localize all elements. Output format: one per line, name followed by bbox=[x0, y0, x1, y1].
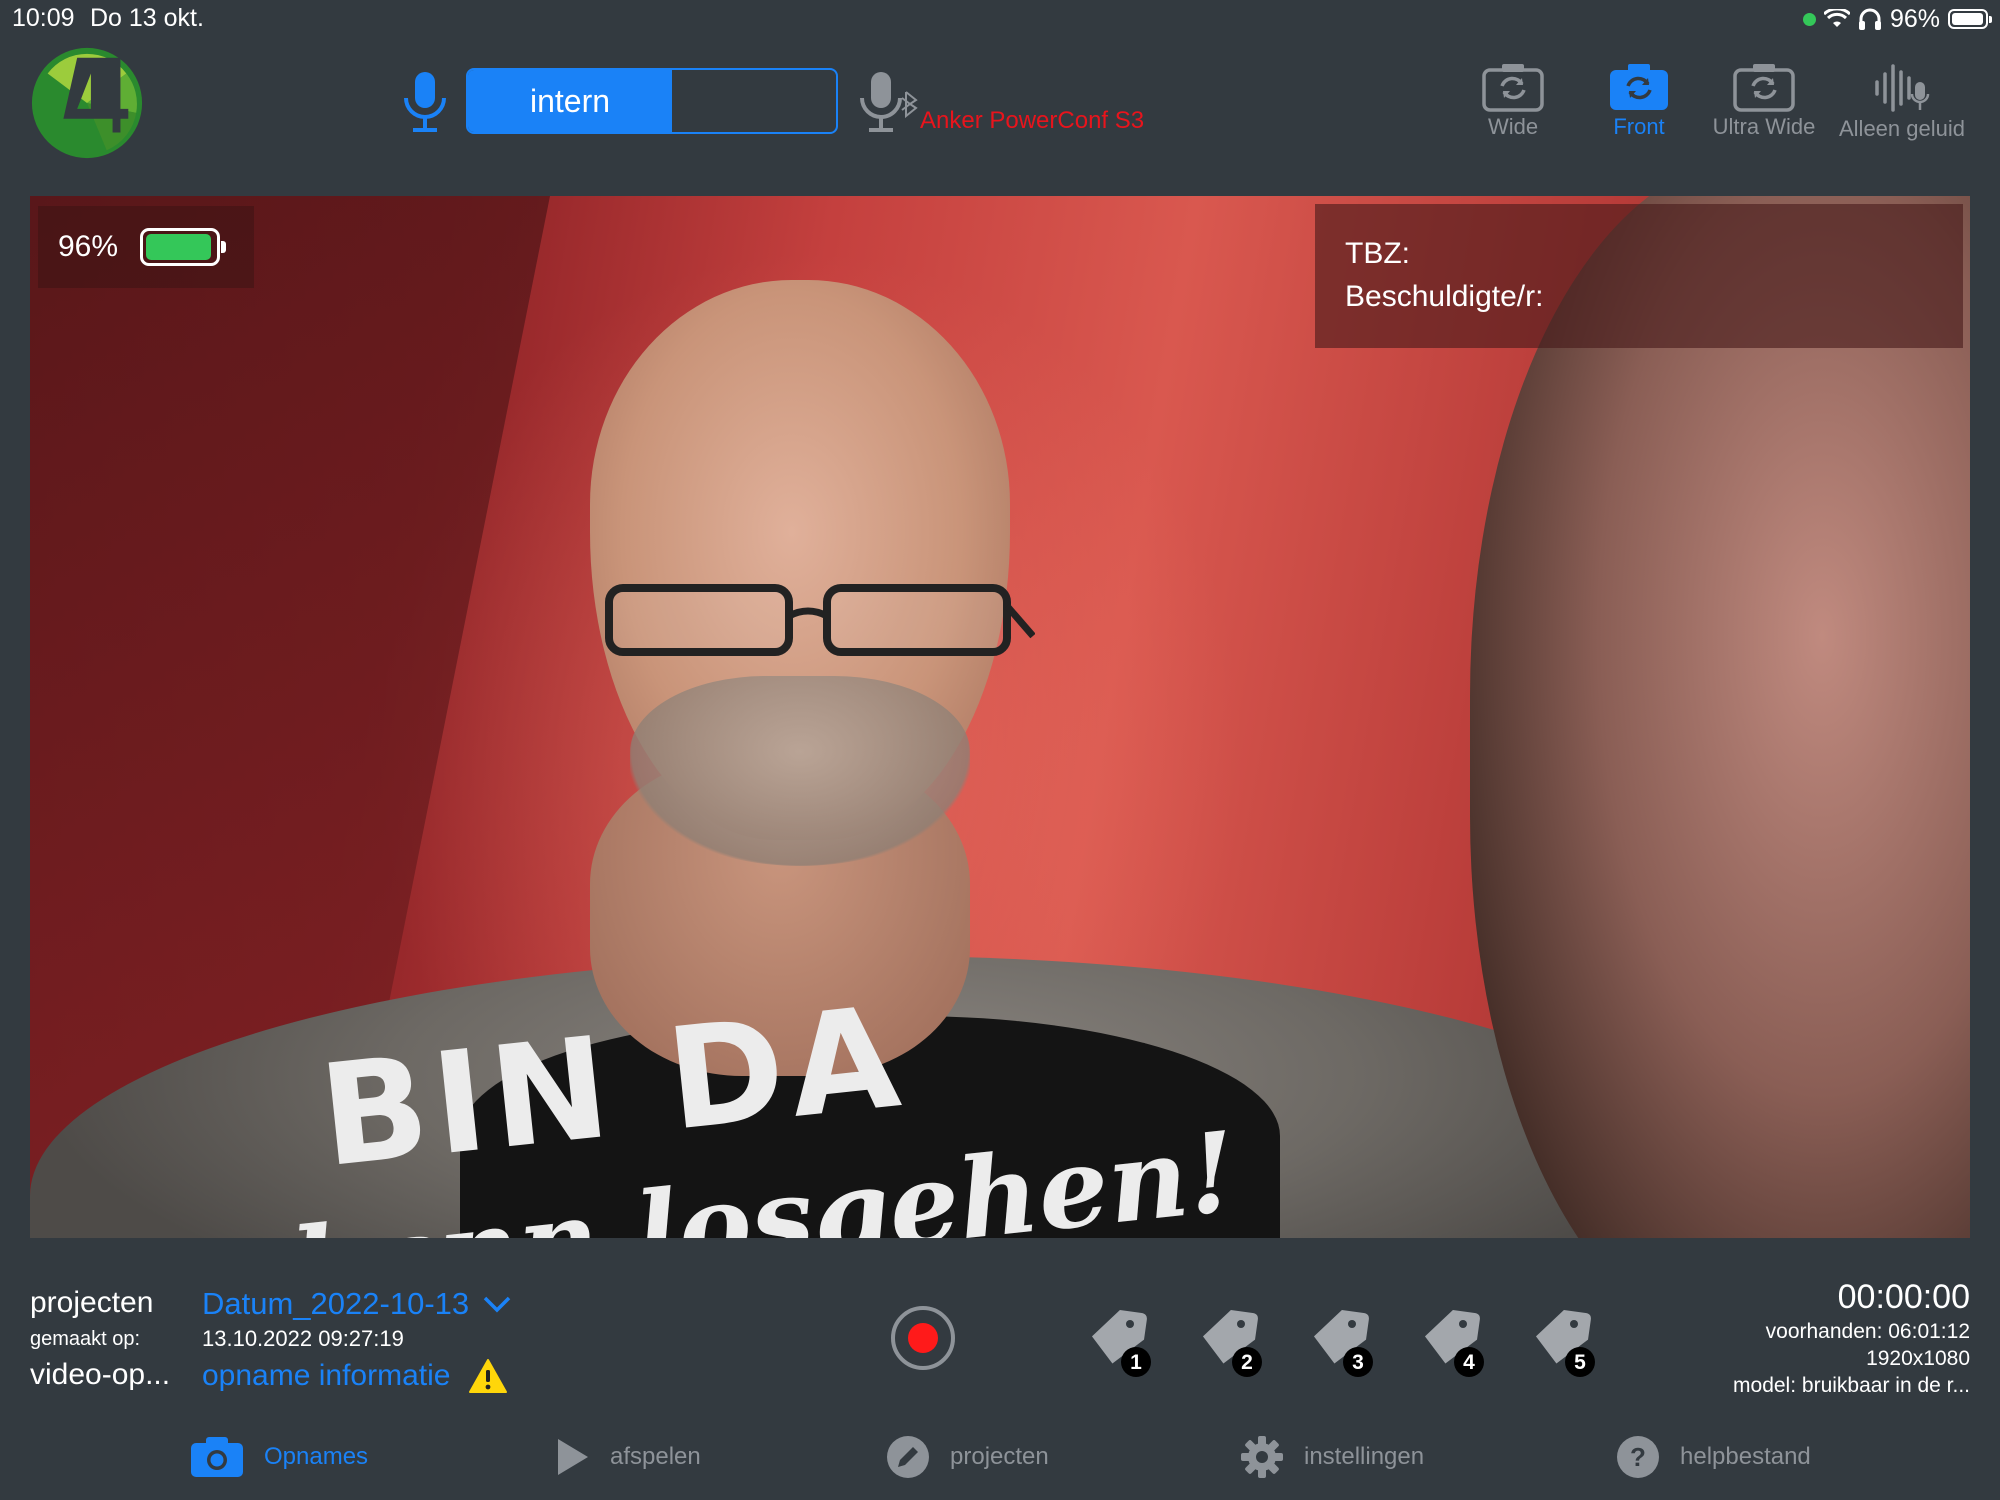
video-label: video-op... bbox=[30, 1358, 171, 1391]
svg-text:?: ? bbox=[1630, 1442, 1646, 1472]
project-selector[interactable]: Datum_2022-10-13 bbox=[202, 1286, 511, 1322]
available-time: voorhanden: 06:01:12 bbox=[1765, 1320, 1970, 1343]
tag-button-4[interactable]: 4 bbox=[1419, 1306, 1485, 1378]
tag-number: 5 bbox=[1574, 1351, 1586, 1374]
status-battery-percent: 96% bbox=[1889, 4, 1940, 33]
tab-afspelen[interactable]: afspelen bbox=[556, 1432, 701, 1482]
bluetooth-device-name: Anker PowerConf S3 bbox=[920, 107, 1145, 134]
created-label: gemaakt op: bbox=[30, 1328, 141, 1350]
camera-in-use-dot bbox=[1802, 12, 1816, 26]
camera-front-button[interactable]: Front bbox=[1596, 62, 1682, 152]
camera-ultrawide-label: Ultra Wide bbox=[1712, 114, 1816, 139]
tag-button-1[interactable]: 1 bbox=[1086, 1306, 1152, 1378]
tag-number: 4 bbox=[1463, 1351, 1475, 1374]
tab-opnames-label: Opnames bbox=[264, 1443, 369, 1470]
pencil-icon bbox=[887, 1436, 929, 1478]
camera-ultrawide-button[interactable]: Ultra Wide bbox=[1708, 62, 1820, 152]
help-icon: ? bbox=[1617, 1436, 1659, 1478]
audio-only-label: Alleen geluid bbox=[1839, 116, 1965, 141]
projects-label: projecten bbox=[30, 1286, 154, 1319]
gear-icon bbox=[1241, 1436, 1283, 1478]
created-value: 13.10.2022 09:27:19 bbox=[202, 1326, 404, 1351]
tab-helpbestand-label: helpbestand bbox=[1680, 1443, 1811, 1470]
mic-source-external[interactable] bbox=[672, 70, 836, 132]
preview-battery-overlay: 96% bbox=[38, 206, 254, 288]
recording-info-label: opname informatie bbox=[202, 1359, 451, 1392]
internal-mic-icon[interactable] bbox=[400, 70, 450, 134]
tab-opnames[interactable]: Opnames bbox=[190, 1432, 368, 1482]
camera-wide-label: Wide bbox=[1487, 114, 1539, 139]
preview-battery-percent: 96% bbox=[58, 230, 119, 263]
tag-number: 1 bbox=[1130, 1351, 1142, 1374]
record-button[interactable] bbox=[891, 1306, 955, 1370]
audio-only-button[interactable]: Alleen geluid bbox=[1834, 62, 1970, 152]
camera-switch-icon bbox=[1733, 64, 1795, 112]
preview-beard bbox=[630, 676, 970, 866]
battery-icon bbox=[1948, 9, 1992, 29]
camera-front-label: Front bbox=[1613, 114, 1665, 139]
preview-hand bbox=[1470, 196, 1970, 1238]
tag-button-3[interactable]: 3 bbox=[1308, 1306, 1374, 1378]
tab-helpbestand[interactable]: ? helpbestand bbox=[1616, 1432, 1811, 1482]
play-icon bbox=[558, 1439, 588, 1475]
tab-projecten-label: projecten bbox=[950, 1443, 1049, 1470]
tab-instellingen-label: instellingen bbox=[1304, 1443, 1425, 1470]
camera-icon bbox=[191, 1437, 243, 1477]
beschuldigte-label: Beschuldigte/r: bbox=[1345, 280, 1544, 313]
camera-wide-button[interactable]: Wide bbox=[1470, 62, 1556, 152]
resolution: 1920x1080 bbox=[1866, 1347, 1970, 1370]
recording-timer: 00:00:00 bbox=[1837, 1278, 1970, 1316]
warning-icon bbox=[469, 1359, 508, 1393]
project-name: Datum_2022-10-13 bbox=[202, 1286, 470, 1321]
tag-button-5[interactable]: 5 bbox=[1530, 1306, 1596, 1378]
tag-number: 3 bbox=[1352, 1351, 1364, 1374]
bluetooth-mic-icon[interactable] bbox=[858, 70, 922, 134]
tab-projecten[interactable]: projecten bbox=[886, 1432, 1049, 1482]
mic-source-selector[interactable]: intern bbox=[466, 68, 838, 134]
model-info: model: bruikbaar in de r... bbox=[1733, 1374, 1970, 1397]
record-dot bbox=[908, 1323, 938, 1353]
headphones-icon bbox=[1858, 8, 1881, 30]
tab-afspelen-label: afspelen bbox=[610, 1443, 701, 1470]
status-indicators: 96% bbox=[1802, 4, 1992, 34]
tbz-label: TBZ: bbox=[1345, 237, 1410, 270]
wifi-icon bbox=[1823, 9, 1850, 27]
battery-icon bbox=[140, 228, 227, 266]
status-time: 10:09 bbox=[12, 4, 75, 32]
camera-switch-icon bbox=[1610, 64, 1668, 110]
tag-button-2[interactable]: 2 bbox=[1197, 1306, 1263, 1378]
tag-number: 2 bbox=[1241, 1351, 1253, 1374]
preview-glasses bbox=[605, 584, 1035, 656]
chevron-down-icon bbox=[483, 1296, 511, 1313]
waveform-mic-icon bbox=[1875, 64, 1930, 112]
tab-instellingen[interactable]: instellingen bbox=[1240, 1432, 1424, 1482]
camera-switch-icon bbox=[1482, 64, 1544, 112]
status-date: Do 13 okt. bbox=[90, 4, 204, 32]
app-logo bbox=[31, 47, 143, 159]
recording-info-link[interactable]: opname informatie bbox=[202, 1358, 508, 1394]
mic-source-intern[interactable]: intern bbox=[468, 70, 672, 132]
camera-preview[interactable]: BIN DA kann losgehen! 96% TBZ: Beschuldi… bbox=[30, 196, 1970, 1238]
case-info-overlay: TBZ: Beschuldigte/r: bbox=[1315, 204, 1963, 348]
